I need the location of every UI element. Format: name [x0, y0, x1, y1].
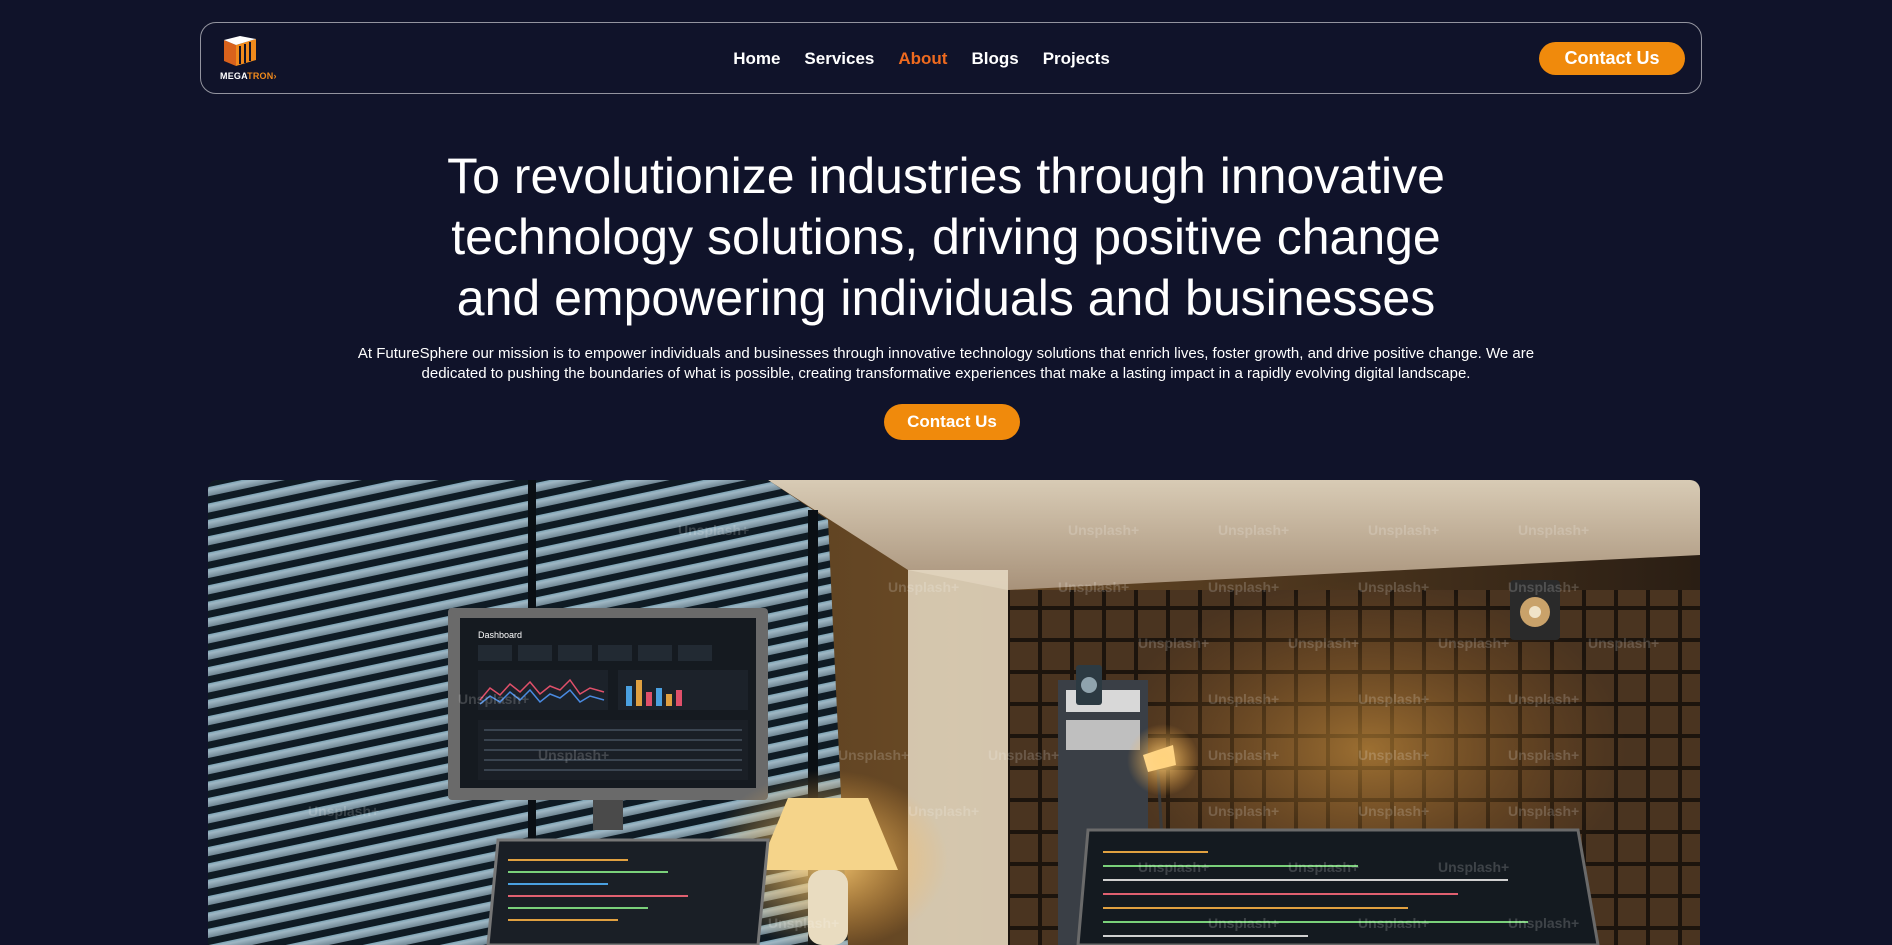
svg-text:Unsplash+: Unsplash+ [1288, 859, 1359, 875]
svg-text:Unsplash+: Unsplash+ [538, 747, 609, 763]
svg-text:Unsplash+: Unsplash+ [1358, 915, 1429, 931]
svg-text:Unsplash+: Unsplash+ [1508, 747, 1579, 763]
nav-contact-button[interactable]: Contact Us [1539, 42, 1685, 75]
nav-item-about[interactable]: About [898, 49, 947, 69]
svg-text:Unsplash+: Unsplash+ [908, 803, 979, 819]
svg-text:Unsplash+: Unsplash+ [1368, 522, 1439, 538]
nav-item-blogs[interactable]: Blogs [971, 49, 1018, 69]
svg-text:Unsplash+: Unsplash+ [1508, 803, 1579, 819]
hero-subtitle-line-1: At FutureSphere our mission is to empowe… [357, 345, 1535, 362]
svg-text:Unsplash+: Unsplash+ [838, 747, 909, 763]
nav-menu: Home Services About Blogs Projects [201, 23, 1701, 95]
nav-item-services[interactable]: Services [804, 49, 874, 69]
nav-item-home[interactable]: Home [733, 49, 780, 69]
svg-text:Unsplash+: Unsplash+ [1288, 635, 1359, 651]
svg-text:Unsplash+: Unsplash+ [1208, 803, 1279, 819]
svg-text:Unsplash+: Unsplash+ [988, 747, 1059, 763]
svg-text:Unsplash+: Unsplash+ [1358, 691, 1429, 707]
svg-text:Unsplash+: Unsplash+ [678, 522, 749, 538]
hero-title-line-1: To revolutionize industries through inno… [447, 148, 1445, 204]
svg-text:Unsplash+: Unsplash+ [1518, 522, 1589, 538]
nav-item-projects[interactable]: Projects [1043, 49, 1110, 69]
svg-text:Unsplash+: Unsplash+ [1358, 747, 1429, 763]
svg-text:Unsplash+: Unsplash+ [1438, 635, 1509, 651]
svg-text:Unsplash+: Unsplash+ [1588, 635, 1659, 651]
hero-title: To revolutionize industries through inno… [346, 146, 1546, 329]
svg-text:Unsplash+: Unsplash+ [1508, 691, 1579, 707]
svg-text:Unsplash+: Unsplash+ [1218, 522, 1289, 538]
svg-text:Unsplash+: Unsplash+ [1358, 803, 1429, 819]
hero-subtitle: At FutureSphere our mission is to empowe… [346, 344, 1546, 384]
svg-text:Unsplash+: Unsplash+ [888, 579, 959, 595]
svg-text:Unsplash+: Unsplash+ [458, 691, 529, 707]
svg-text:Unsplash+: Unsplash+ [1208, 747, 1279, 763]
hero-contact-button[interactable]: Contact Us [884, 404, 1020, 440]
svg-text:Unsplash+: Unsplash+ [1208, 915, 1279, 931]
brand-logo[interactable]: MEGATRON› [220, 36, 282, 82]
svg-text:Unsplash+: Unsplash+ [1068, 522, 1139, 538]
megatron-logo-icon [224, 36, 256, 66]
monitor-dashboard-title: Dashboard [478, 630, 522, 640]
svg-text:Unsplash+: Unsplash+ [1058, 579, 1129, 595]
hero-subtitle-line-2: dedicated to pushing the boundaries of w… [421, 365, 1471, 382]
svg-text:Unsplash+: Unsplash+ [1358, 579, 1429, 595]
svg-text:Unsplash+: Unsplash+ [1138, 859, 1209, 875]
hero-title-line-2: technology solutions, driving positive c… [451, 209, 1441, 265]
svg-text:Unsplash+: Unsplash+ [308, 803, 379, 819]
hero-image: Dashboard Unsplash+ Unsplash+ Unsplash+ … [208, 480, 1700, 945]
svg-text:Unsplash+: Unsplash+ [1138, 635, 1209, 651]
navbar: MEGATRON› Home Services About Blogs Proj… [200, 22, 1702, 94]
svg-text:Unsplash+: Unsplash+ [768, 915, 839, 931]
svg-text:Unsplash+: Unsplash+ [1508, 579, 1579, 595]
svg-text:Unsplash+: Unsplash+ [1508, 915, 1579, 931]
brand-name: MEGATRON› [220, 71, 277, 81]
svg-text:Unsplash+: Unsplash+ [1208, 691, 1279, 707]
svg-text:Unsplash+: Unsplash+ [1438, 859, 1509, 875]
svg-text:Unsplash+: Unsplash+ [1208, 579, 1279, 595]
hero-title-line-3: and empowering individuals and businesse… [456, 270, 1436, 326]
